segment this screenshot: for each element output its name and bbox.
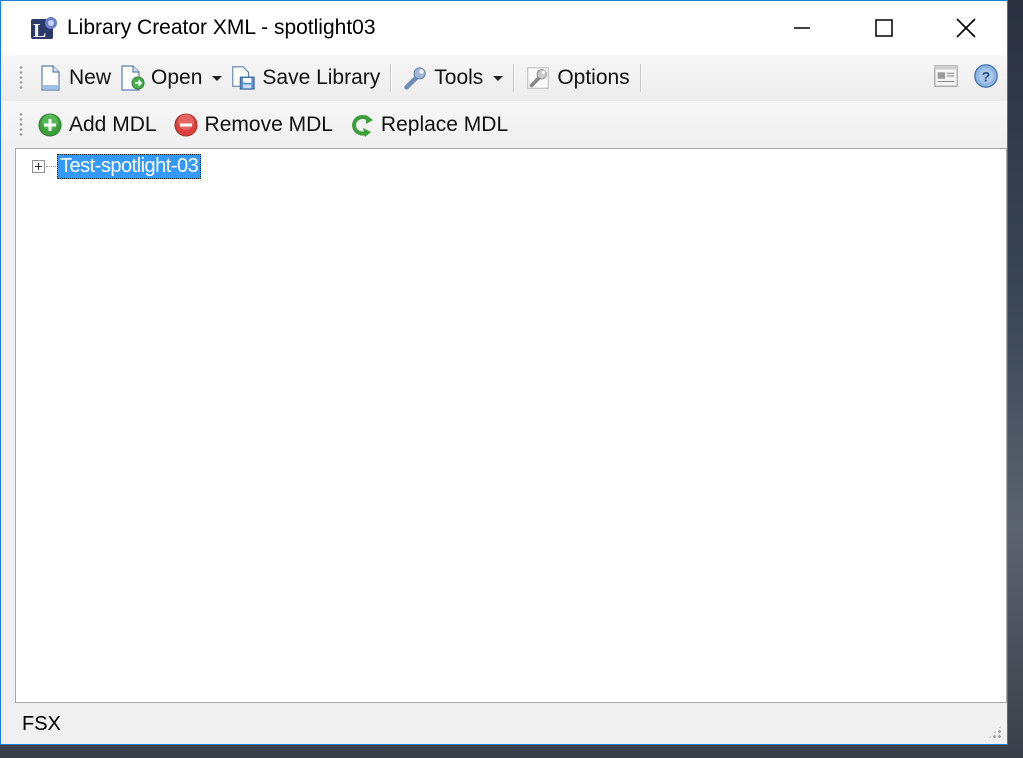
new-document-icon: [37, 65, 63, 91]
toolbar-separator: [390, 64, 393, 92]
options-button[interactable]: Options: [521, 60, 633, 96]
open-dropdown-arrow[interactable]: [212, 75, 223, 81]
close-icon: [956, 18, 976, 38]
open-button[interactable]: Open: [115, 60, 226, 96]
replace-mdl-label: Replace MDL: [380, 113, 509, 136]
resize-grip[interactable]: [987, 724, 1003, 740]
replace-mdl-button[interactable]: Replace MDL: [345, 107, 512, 143]
wrench-icon: [402, 65, 428, 91]
tree-node-label[interactable]: Test-spotlight-03: [57, 154, 202, 179]
open-document-icon: [119, 65, 145, 91]
remove-mdl-button[interactable]: Remove MDL: [169, 107, 337, 143]
svg-text:L: L: [33, 20, 46, 42]
library-creator-icon: L: [29, 13, 59, 43]
toolbar-right-group: ?: [933, 63, 999, 89]
options-label: Options: [557, 66, 630, 89]
add-mdl-label: Add MDL: [69, 113, 157, 136]
remove-circle-icon: [173, 112, 199, 138]
new-label: New: [69, 66, 112, 89]
toolbar-grip[interactable]: [19, 112, 23, 138]
library-tree-view[interactable]: Test-spotlight-03: [15, 148, 1007, 703]
status-bar: FSX: [15, 704, 1007, 744]
maximize-icon: [875, 19, 893, 37]
tree-node-root[interactable]: Test-spotlight-03: [32, 154, 202, 179]
add-circle-icon: [37, 112, 63, 138]
remove-mdl-label: Remove MDL: [204, 113, 333, 136]
options-wrench-icon: [525, 65, 551, 91]
view-details-icon[interactable]: [933, 63, 959, 89]
mdl-toolbar: Add MDL Remove MDL Replace MDL: [1, 102, 1007, 148]
toolbar-separator: [513, 64, 516, 92]
svg-text:?: ?: [982, 69, 991, 85]
tools-dropdown-arrow[interactable]: [493, 75, 504, 81]
replace-arrow-icon: [349, 112, 375, 138]
app-window: L Library Creator XML - spotlight03 New …: [0, 0, 1008, 745]
save-library-label: Save Library: [262, 66, 381, 89]
expand-plus-icon[interactable]: [32, 160, 45, 173]
help-icon[interactable]: ?: [973, 63, 999, 89]
title-bar[interactable]: L Library Creator XML - spotlight03: [1, 1, 1007, 55]
save-library-button[interactable]: Save Library: [226, 60, 384, 96]
tools-label: Tools: [434, 66, 484, 89]
save-library-icon: [230, 65, 256, 91]
toolbar-separator: [639, 64, 642, 92]
window-title: Library Creator XML - spotlight03: [67, 16, 376, 39]
open-label: Open: [151, 66, 203, 89]
main-toolbar: New Open Save Library Tools Options ?: [1, 55, 1007, 102]
minimize-icon: [794, 27, 810, 29]
minimize-button[interactable]: [761, 1, 843, 55]
status-simulator-label: FSX: [22, 712, 61, 735]
new-button[interactable]: New: [33, 60, 115, 96]
toolbar-grip[interactable]: [19, 65, 23, 91]
add-mdl-button[interactable]: Add MDL: [33, 107, 161, 143]
close-button[interactable]: [925, 1, 1007, 55]
tools-button[interactable]: Tools: [398, 60, 507, 96]
maximize-button[interactable]: [843, 1, 925, 55]
tree-connector: [46, 165, 56, 168]
